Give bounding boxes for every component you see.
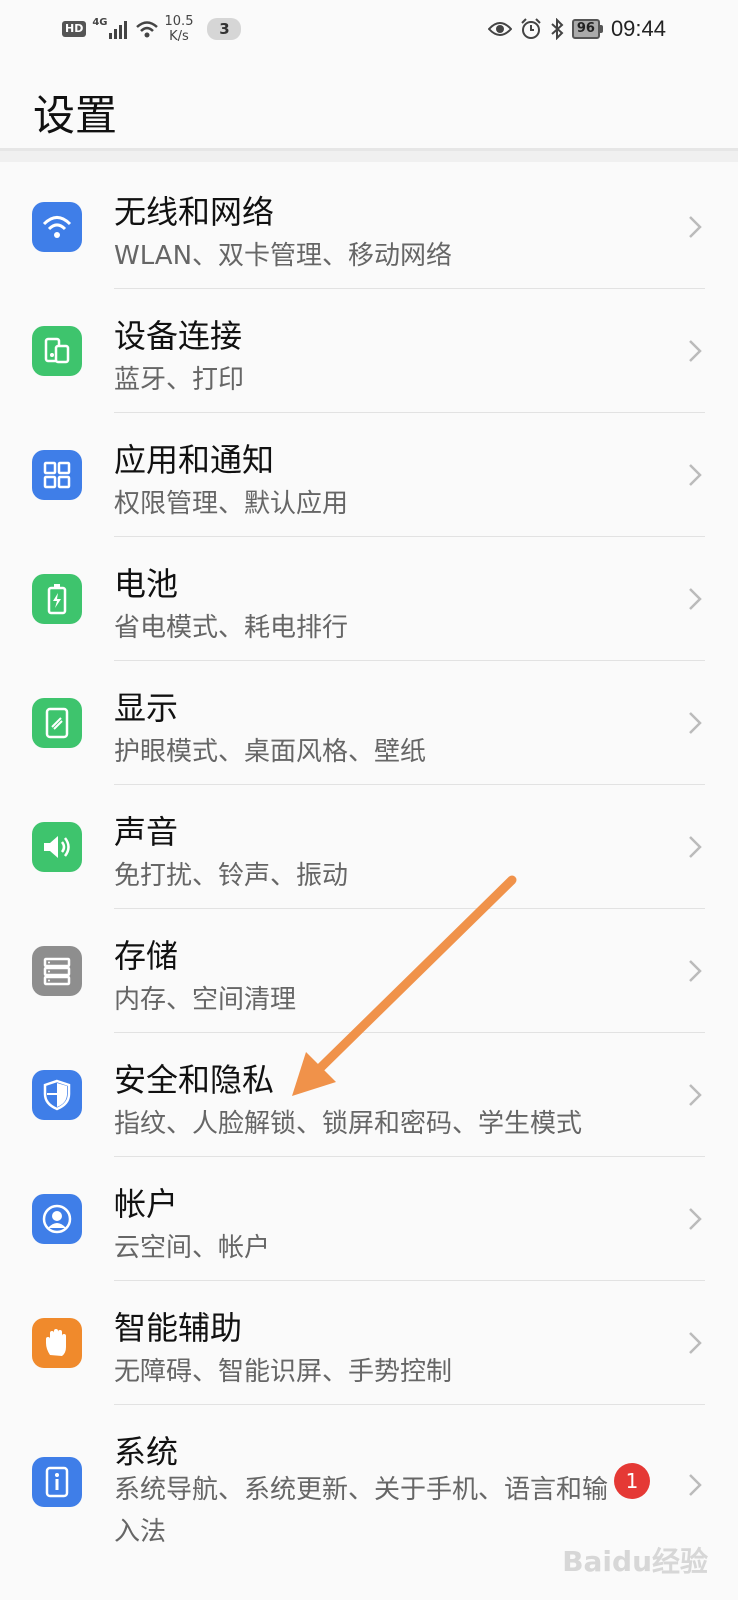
menu-item-device-connection[interactable]: 设备连接 蓝牙、打印 [0, 289, 738, 413]
wifi-status-icon [135, 21, 158, 38]
menu-item-subtitle: WLAN、双卡管理、移动网络 [114, 241, 453, 271]
chevron-right-icon [689, 960, 702, 982]
shield-icon [32, 1070, 82, 1120]
signal-strength-icon [108, 19, 129, 39]
wifi-icon [32, 202, 82, 252]
chevron-right-icon [689, 1474, 702, 1496]
menu-item-title: 显示 [114, 689, 179, 727]
menu-item-account[interactable]: 帐户 云空间、帐户 [0, 1157, 738, 1281]
apps-grid-icon [32, 450, 82, 500]
menu-item-subtitle: 无障碍、智能识屏、手势控制 [114, 1357, 453, 1387]
menu-item-title: 声音 [114, 813, 179, 851]
battery-level: 96 [571, 19, 600, 39]
network-type: 4G [92, 16, 108, 28]
menu-item-title: 电池 [114, 565, 179, 603]
menu-item-subtitle: 云空间、帐户 [114, 1233, 271, 1263]
network-speed-value: 10.5 [164, 14, 194, 29]
battery-indicator: 96 [571, 19, 603, 39]
status-right: 96 09:44 [480, 14, 666, 44]
display-icon [32, 698, 82, 748]
settings-menu: 无线和网络 WLAN、双卡管理、移动网络 设备连接 蓝牙、打印 应用和通知 权限… [0, 165, 738, 1565]
chevron-right-icon [689, 836, 702, 858]
menu-item-subtitle: 护眼模式、桌面风格、壁纸 [114, 737, 427, 767]
notification-count: 3 [207, 18, 242, 40]
battery-icon [32, 574, 82, 624]
menu-item-security-privacy[interactable]: 安全和隐私 指纹、人脸解锁、锁屏和密码、学生模式 [0, 1033, 738, 1157]
update-badge: 1 [614, 1463, 650, 1499]
account-icon [32, 1194, 82, 1244]
menu-item-title: 帐户 [114, 1185, 179, 1223]
menu-item-sound[interactable]: 声音 免打扰、铃声、振动 [0, 785, 738, 909]
menu-item-title: 智能辅助 [114, 1309, 243, 1347]
menu-item-wireless[interactable]: 无线和网络 WLAN、双卡管理、移动网络 [0, 165, 738, 289]
storage-icon [32, 946, 82, 996]
menu-item-display[interactable]: 显示 护眼模式、桌面风格、壁纸 [0, 661, 738, 785]
bluetooth-icon [551, 18, 564, 40]
chevron-right-icon [689, 464, 702, 486]
menu-item-title: 应用和通知 [114, 441, 275, 479]
menu-item-title: 设备连接 [114, 317, 243, 355]
menu-item-title: 无线和网络 [114, 193, 275, 231]
menu-item-subtitle: 免打扰、铃声、振动 [114, 861, 349, 891]
status-bar: HD 4G 10.5 K/s 3 96 09:44 [0, 0, 738, 58]
menu-item-storage[interactable]: 存储 内存、空间清理 [0, 909, 738, 1033]
chevron-right-icon [689, 1208, 702, 1230]
menu-item-subtitle: 系统导航、系统更新、关于手机、语言和输入法 [114, 1475, 609, 1547]
hand-icon [32, 1318, 82, 1368]
network-speed-unit: K/s [169, 29, 189, 44]
device-connect-icon [32, 326, 82, 376]
chevron-right-icon [689, 216, 702, 238]
header-divider [0, 148, 738, 162]
menu-item-subtitle: 省电模式、耗电排行 [114, 613, 349, 643]
chevron-right-icon [689, 588, 702, 610]
status-left: HD 4G 10.5 K/s 3 [62, 14, 242, 44]
menu-item-subtitle: 权限管理、默认应用 [114, 489, 349, 519]
menu-item-smart-assistance[interactable]: 智能辅助 无障碍、智能识屏、手势控制 [0, 1281, 738, 1405]
watermark: Baidu经验 [562, 1545, 708, 1578]
page-title: 设置 [33, 91, 118, 140]
chevron-right-icon [689, 340, 702, 362]
system-info-icon [32, 1457, 82, 1507]
menu-item-title: 系统 [114, 1433, 179, 1471]
menu-item-subtitle: 蓝牙、打印 [114, 365, 245, 395]
menu-item-apps-notifications[interactable]: 应用和通知 权限管理、默认应用 [0, 413, 738, 537]
chevron-right-icon [689, 1332, 702, 1354]
speaker-icon [32, 822, 82, 872]
clock: 09:44 [610, 16, 666, 41]
menu-item-title: 存储 [114, 937, 179, 975]
network-speed: 10.5 K/s [165, 14, 194, 44]
alarm-icon [521, 18, 541, 39]
chevron-right-icon [689, 1084, 702, 1106]
menu-item-subtitle: 指纹、人脸解锁、锁屏和密码、学生模式 [114, 1109, 583, 1139]
menu-item-title: 安全和隐私 [114, 1061, 275, 1099]
chevron-right-icon [689, 712, 702, 734]
hd-indicator: HD [62, 21, 87, 37]
eye-comfort-icon [487, 22, 512, 36]
menu-item-battery[interactable]: 电池 省电模式、耗电排行 [0, 537, 738, 661]
menu-item-subtitle: 内存、空间清理 [114, 985, 297, 1015]
